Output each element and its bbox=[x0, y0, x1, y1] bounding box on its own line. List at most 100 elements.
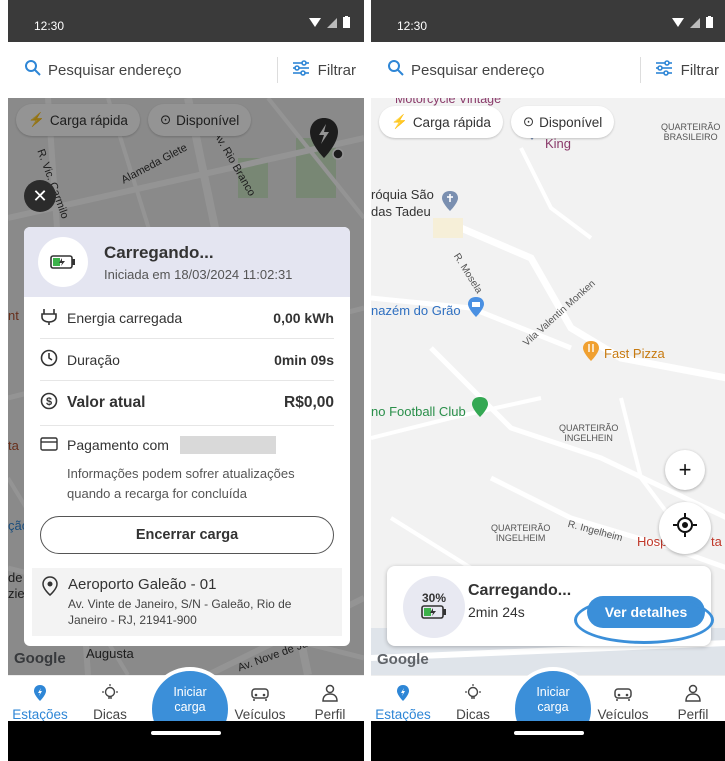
nav-vehicles[interactable]: Veículos bbox=[230, 676, 290, 722]
nav-stations[interactable]: Estações bbox=[10, 676, 70, 722]
battery-percent: 30% bbox=[421, 590, 447, 605]
dollar-icon: $ bbox=[40, 392, 58, 415]
chip-label: Carga rápida bbox=[412, 114, 491, 130]
wifi-icon bbox=[672, 17, 684, 31]
nav-label: Perfil bbox=[314, 707, 346, 722]
search-icon bbox=[24, 59, 42, 82]
search-bar: Pesquisar endereço Filtrar bbox=[371, 42, 725, 98]
plus-icon: + bbox=[678, 457, 692, 482]
filter-button[interactable]: Filtrar bbox=[292, 60, 364, 80]
filter-button[interactable]: Filtrar bbox=[655, 60, 725, 80]
search-placeholder: Pesquisar endereço bbox=[411, 61, 545, 79]
location-pin-icon bbox=[42, 576, 58, 628]
park-pin-icon[interactable] bbox=[471, 396, 489, 423]
charging-modal: Carregando... Iniciada em 18/03/2024 11:… bbox=[24, 227, 350, 646]
person-icon bbox=[322, 684, 338, 705]
start-label-1: Iniciar bbox=[173, 684, 207, 699]
church-icon[interactable] bbox=[441, 190, 459, 217]
highlight-annotation bbox=[574, 596, 714, 644]
nav-label: Dicas bbox=[456, 707, 490, 722]
modal-title: Carregando... bbox=[104, 242, 214, 262]
start-label-2: carga bbox=[537, 699, 569, 714]
my-location-button[interactable] bbox=[659, 502, 711, 554]
modal-header: Carregando... Iniciada em 18/03/2024 11:… bbox=[24, 227, 350, 297]
poi-label: nazém do Grão bbox=[371, 303, 461, 318]
poi-label: róquia São das Tadeu bbox=[371, 187, 434, 219]
lightbulb-icon bbox=[101, 684, 119, 705]
current-value-row: $ Valor atual R$0,00 bbox=[40, 381, 334, 425]
search-divider bbox=[639, 57, 641, 83]
chip-fast-charge[interactable]: ⚡ Carga rápida bbox=[379, 106, 503, 138]
area-label: QUARTEIRÃO INGELHEIN bbox=[559, 423, 619, 443]
search-input[interactable]: Pesquisar endereço bbox=[8, 59, 277, 82]
battery-percent-badge: 30% bbox=[403, 576, 465, 638]
energy-value: 0,00 kWh bbox=[273, 309, 334, 326]
system-icons bbox=[672, 16, 713, 31]
poi-label: Motorcycle Vintage bbox=[395, 98, 502, 106]
lightbulb-icon bbox=[464, 684, 482, 705]
person-icon bbox=[685, 684, 701, 705]
car-icon bbox=[613, 684, 633, 705]
nav-label: Estações bbox=[375, 707, 431, 722]
map-view[interactable]: Motorcycle Vintage King róquia São das T… bbox=[371, 98, 725, 675]
chip-available[interactable]: ⊙ Disponível bbox=[510, 106, 615, 138]
bolt-location-icon bbox=[33, 684, 47, 705]
shopping-cart-icon[interactable] bbox=[467, 296, 485, 323]
nav-tips[interactable]: Dicas bbox=[443, 676, 503, 722]
nav-label: Estações bbox=[12, 707, 68, 722]
end-charge-button[interactable]: Encerrar carga bbox=[40, 516, 334, 554]
nav-stations[interactable]: Estações bbox=[373, 676, 433, 722]
signal-icon bbox=[327, 17, 337, 31]
pin-icon: ⊙ bbox=[522, 114, 535, 129]
close-button[interactable]: ✕ bbox=[24, 180, 56, 212]
nav-profile[interactable]: Perfil bbox=[300, 676, 360, 722]
duration-label: Duração bbox=[67, 351, 120, 368]
zoom-in-button[interactable]: + bbox=[665, 450, 705, 490]
status-bar: 12:30 bbox=[371, 0, 725, 42]
left-screen: 12:30 Pesquisar endereço Filtrar Alameda… bbox=[8, 0, 364, 761]
car-icon bbox=[250, 684, 270, 705]
crosshair-icon bbox=[673, 513, 697, 543]
google-logo: Google bbox=[377, 651, 429, 668]
payment-row: Pagamento com bbox=[40, 436, 334, 454]
bolt-location-icon bbox=[396, 684, 410, 705]
modal-subtitle: Iniciada em 18/03/2024 11:02:31 bbox=[104, 266, 293, 282]
signal-icon bbox=[690, 17, 700, 31]
area-label: QUARTEIRÃO BRASILEIRO bbox=[661, 122, 721, 142]
search-placeholder: Pesquisar endereço bbox=[48, 61, 182, 79]
duration-row: Duração 0min 09s bbox=[40, 339, 334, 381]
sliders-icon bbox=[292, 60, 310, 80]
search-input[interactable]: Pesquisar endereço bbox=[371, 59, 640, 82]
nav-label: Perfil bbox=[677, 707, 709, 722]
svg-text:$: $ bbox=[46, 396, 52, 408]
battery-charging-icon bbox=[38, 237, 88, 287]
nav-vehicles[interactable]: Veículos bbox=[593, 676, 653, 722]
battery-icon bbox=[706, 16, 713, 31]
poi-label: ta bbox=[711, 534, 722, 549]
home-indicator[interactable] bbox=[514, 731, 584, 735]
battery-charging-icon bbox=[421, 604, 447, 624]
restaurant-pin-icon[interactable] bbox=[582, 340, 600, 367]
payment-masked bbox=[179, 436, 276, 454]
plug-icon bbox=[40, 307, 58, 328]
poi-label: no Football Club bbox=[371, 404, 466, 419]
duration-value: 0min 09s bbox=[274, 351, 334, 368]
nav-tips[interactable]: Dicas bbox=[80, 676, 140, 722]
home-indicator[interactable] bbox=[151, 731, 221, 735]
start-label-1: Iniciar bbox=[536, 684, 570, 699]
filter-label: Filtrar bbox=[317, 61, 356, 79]
nav-profile[interactable]: Perfil bbox=[663, 676, 723, 722]
current-value: R$0,00 bbox=[284, 394, 334, 411]
sliders-icon bbox=[655, 60, 673, 80]
map-view[interactable]: Alameda Glete Av. Rio Branco R. Vic. Car… bbox=[8, 98, 364, 675]
area-label: QUARTEIRÃO INGELHEIM bbox=[491, 523, 551, 543]
battery-icon bbox=[343, 16, 350, 31]
nav-label: Dicas bbox=[93, 707, 127, 722]
status-time: 12:30 bbox=[397, 19, 428, 33]
nav-label: Veículos bbox=[597, 707, 649, 722]
start-label-2: carga bbox=[174, 699, 206, 714]
poi-label: Fast Pizza bbox=[604, 346, 665, 361]
status-time: 12:30 bbox=[34, 19, 65, 33]
system-nav-bar bbox=[371, 721, 725, 761]
clock-icon bbox=[40, 349, 58, 370]
